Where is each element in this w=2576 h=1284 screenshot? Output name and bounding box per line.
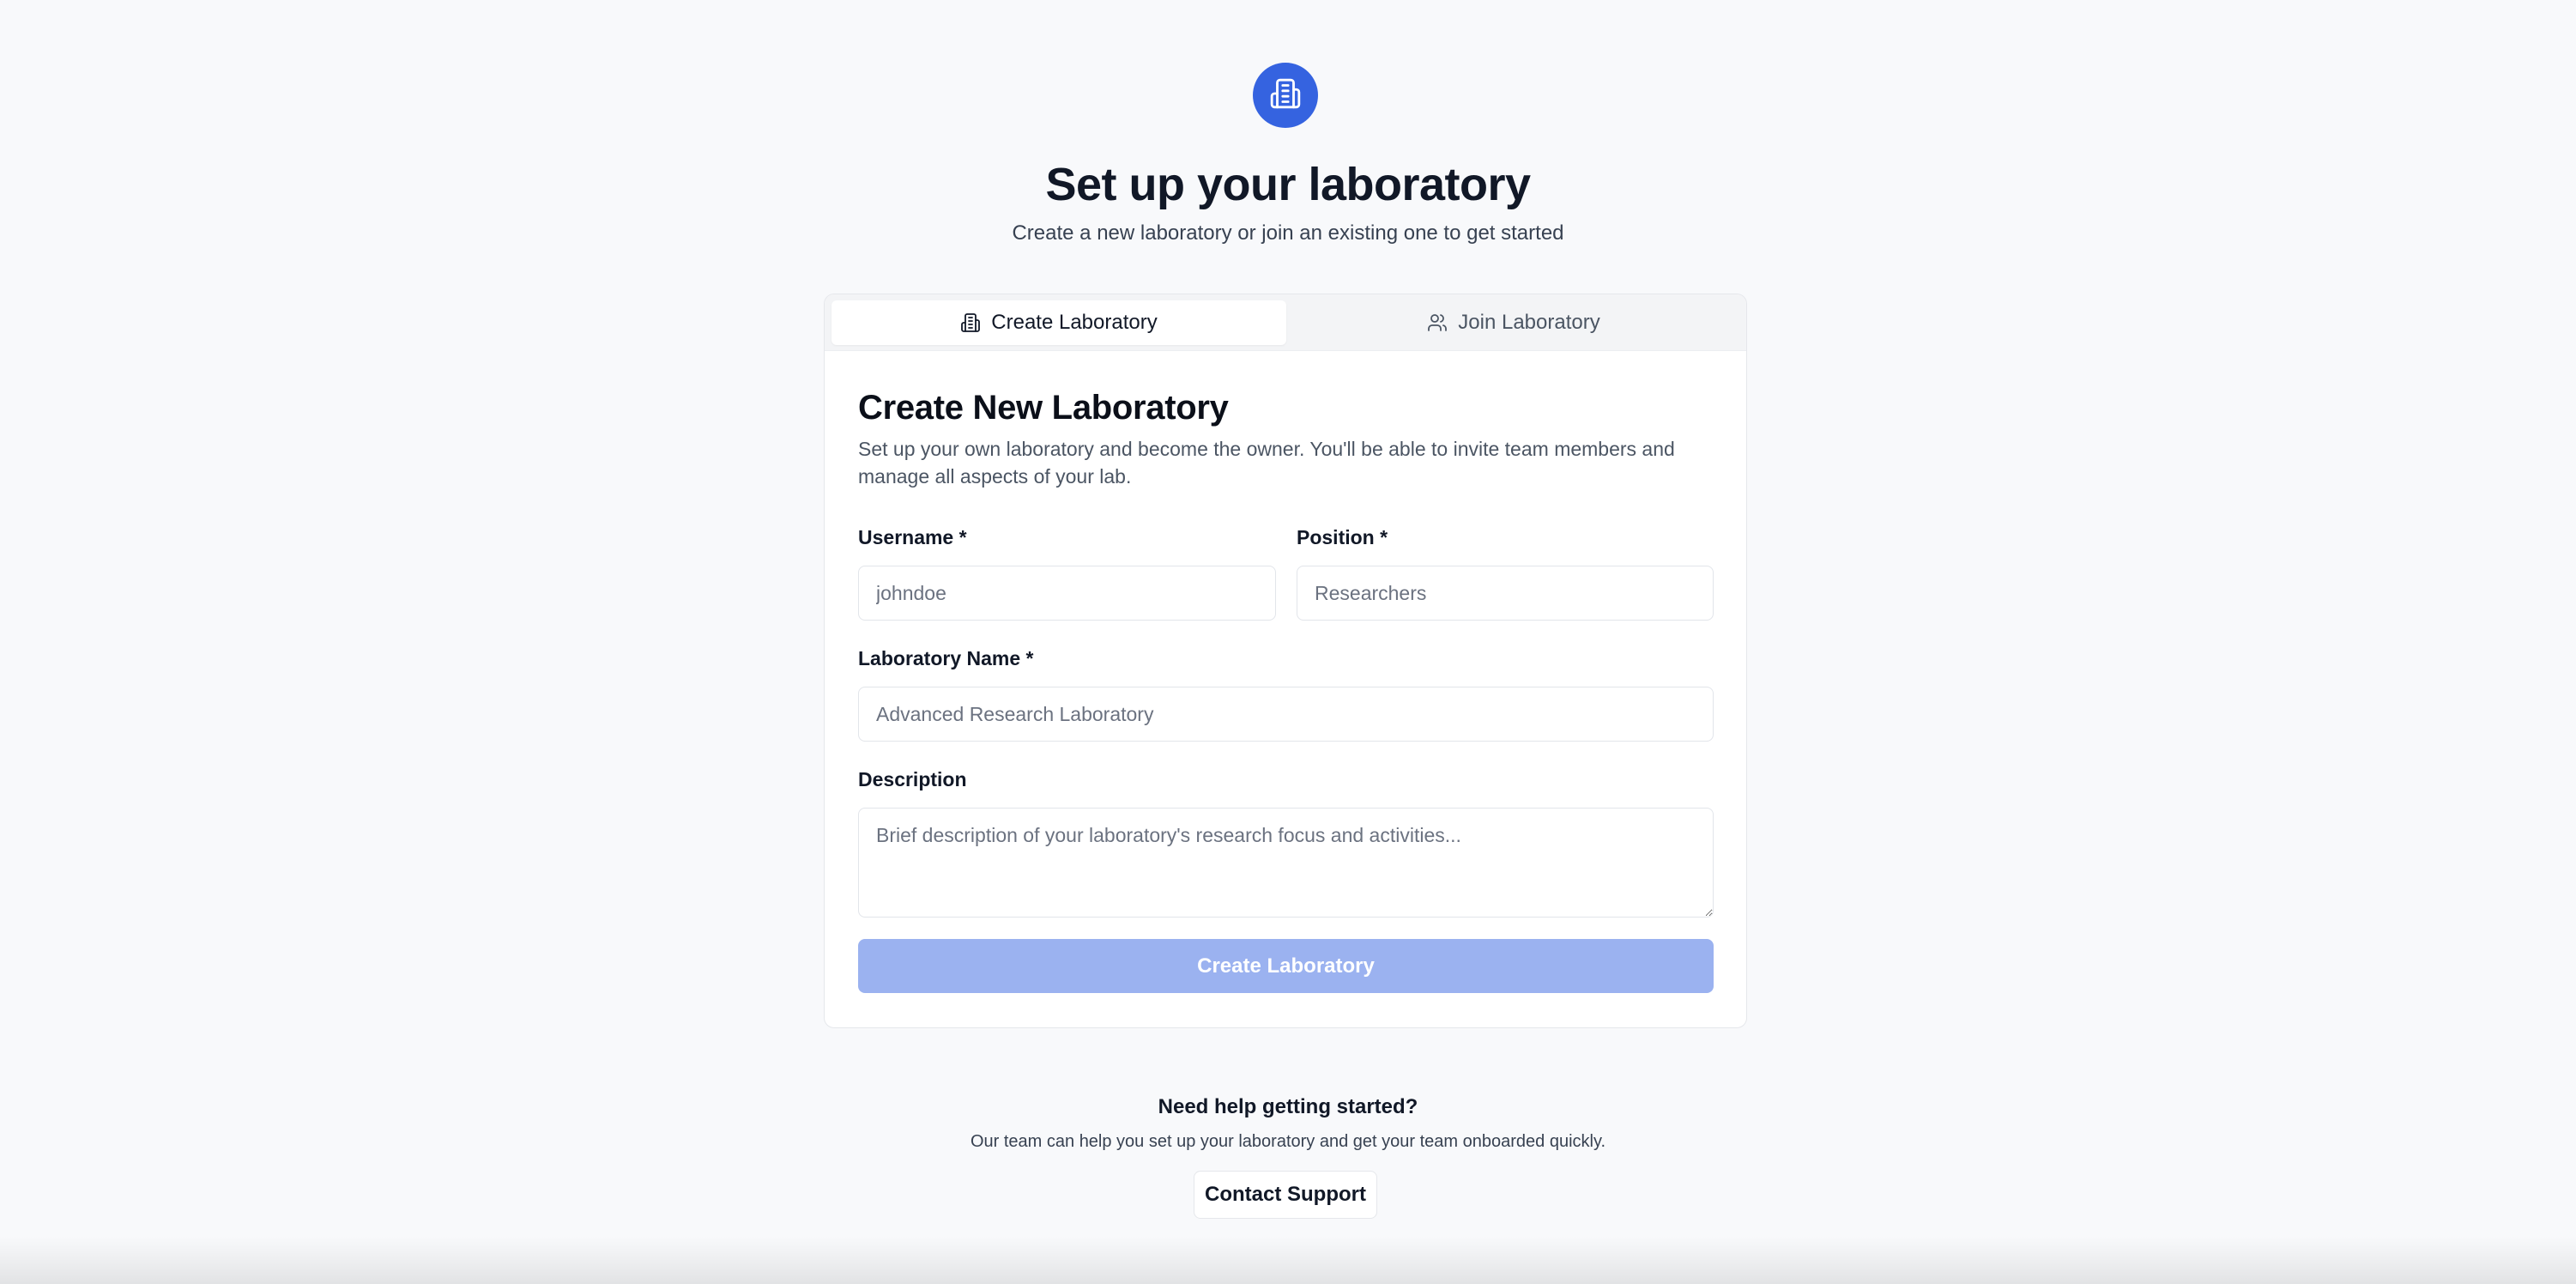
laboratory-name-label: Laboratory Name *	[858, 647, 1034, 669]
help-title: Need help getting started?	[1158, 1095, 1418, 1118]
bottom-shadow	[0, 1236, 2576, 1284]
username-label: Username *	[858, 526, 967, 548]
page-subtitle: Create a new laboratory or join an exist…	[1012, 221, 1564, 245]
position-label: Position *	[1297, 526, 1388, 548]
building-icon	[960, 312, 981, 333]
create-laboratory-button[interactable]: Create Laboratory	[858, 939, 1714, 993]
form-description: Set up your own laboratory and become th…	[858, 438, 1675, 488]
form-title: Create New Laboratory	[858, 389, 1229, 427]
logo-badge	[1253, 63, 1318, 128]
description-field[interactable]	[858, 808, 1714, 918]
setup-card: Create Laboratory Join Laboratory Create…	[824, 294, 1747, 1028]
page-title: Set up your laboratory	[1045, 159, 1531, 210]
description-label: Description	[858, 768, 967, 790]
help-text: Our team can help you set up your labora…	[970, 1132, 1606, 1151]
username-field[interactable]	[858, 566, 1276, 621]
tab-label: Join Laboratory	[1458, 311, 1600, 334]
tab-bar: Create Laboratory Join Laboratory	[825, 294, 1746, 351]
contact-support-button[interactable]: Contact Support	[1194, 1171, 1377, 1219]
tab-label: Create Laboratory	[991, 311, 1158, 334]
building-icon	[1269, 77, 1302, 114]
position-field[interactable]	[1297, 566, 1714, 621]
tab-join-laboratory[interactable]: Join Laboratory	[1286, 300, 1741, 345]
laboratory-name-field[interactable]	[858, 687, 1714, 742]
users-icon	[1427, 312, 1448, 333]
tab-create-laboratory[interactable]: Create Laboratory	[831, 300, 1286, 345]
